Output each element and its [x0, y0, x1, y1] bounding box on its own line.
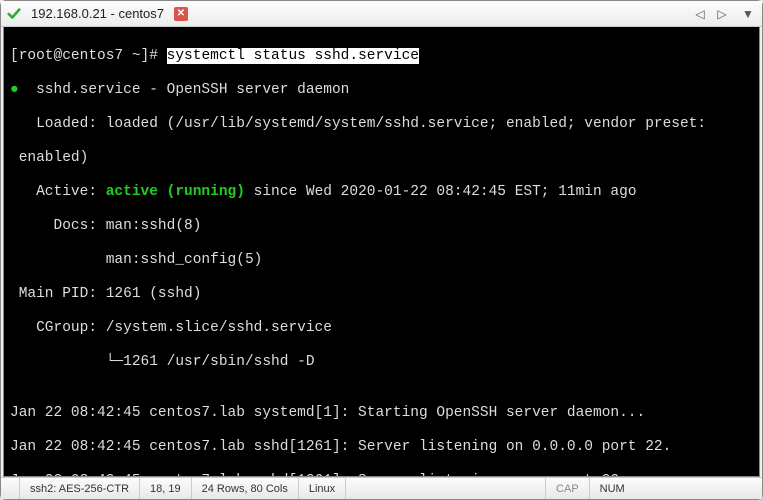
- terminal-pane[interactable]: [root@centos7 ~]# systemctl status sshd.…: [3, 27, 760, 477]
- tab-dropdown-button[interactable]: ▼: [740, 6, 756, 22]
- output-line: Main PID: 1261 (sshd): [10, 286, 753, 303]
- status-os: Linux: [298, 478, 345, 499]
- command-input: systemctl status sshd.service: [167, 48, 419, 64]
- tab-title[interactable]: 192.168.0.21 - centos7: [27, 6, 168, 21]
- status-spacer: [9, 478, 19, 499]
- output-text: sshd.service - OpenSSH server daemon: [19, 82, 350, 98]
- output-line: ● sshd.service - OpenSSH server daemon: [10, 82, 753, 99]
- status-dimensions: 24 Rows, 80 Cols: [191, 478, 298, 499]
- output-line: Docs: man:sshd(8): [10, 218, 753, 235]
- output-line: └─1261 /usr/sbin/sshd -D: [10, 354, 753, 371]
- output-line: CGroup: /system.slice/sshd.service: [10, 320, 753, 337]
- next-tab-button[interactable]: ▷: [714, 6, 730, 22]
- close-tab-button[interactable]: ✕: [174, 7, 188, 21]
- status-bar: ssh2: AES-256-CTR 18, 19 24 Rows, 80 Col…: [1, 477, 762, 499]
- output-line: Active: active (running) since Wed 2020-…: [10, 184, 753, 201]
- active-status: active (running): [106, 184, 245, 200]
- output-text: since Wed 2020-01-22 08:42:45 EST; 11min…: [245, 184, 637, 200]
- status-capslock: CAP: [545, 478, 589, 499]
- status-bullet-icon: ●: [10, 82, 19, 98]
- output-line: Jan 22 08:42:45 centos7.lab sshd[1261]: …: [10, 439, 753, 456]
- output-line: Loaded: loaded (/usr/lib/systemd/system/…: [10, 116, 753, 133]
- title-bar: 192.168.0.21 - centos7 ✕ ◁ ▷ ▼: [1, 1, 762, 27]
- output-line: man:sshd_config(5): [10, 252, 753, 269]
- prompt-line-1: [root@centos7 ~]# systemctl status sshd.…: [10, 48, 753, 65]
- status-gap: [345, 478, 545, 499]
- status-protocol: ssh2: AES-256-CTR: [19, 478, 139, 499]
- output-line: enabled): [10, 150, 753, 167]
- output-line: Jan 22 08:42:45 centos7.lab systemd[1]: …: [10, 405, 753, 422]
- output-text: Active:: [10, 184, 106, 200]
- prev-tab-button[interactable]: ◁: [692, 6, 708, 22]
- status-cursor-pos: 18, 19: [139, 478, 191, 499]
- status-numlock: NUM: [589, 478, 635, 499]
- connected-check-icon: [7, 7, 21, 21]
- prompt-text: [root@centos7 ~]#: [10, 48, 167, 64]
